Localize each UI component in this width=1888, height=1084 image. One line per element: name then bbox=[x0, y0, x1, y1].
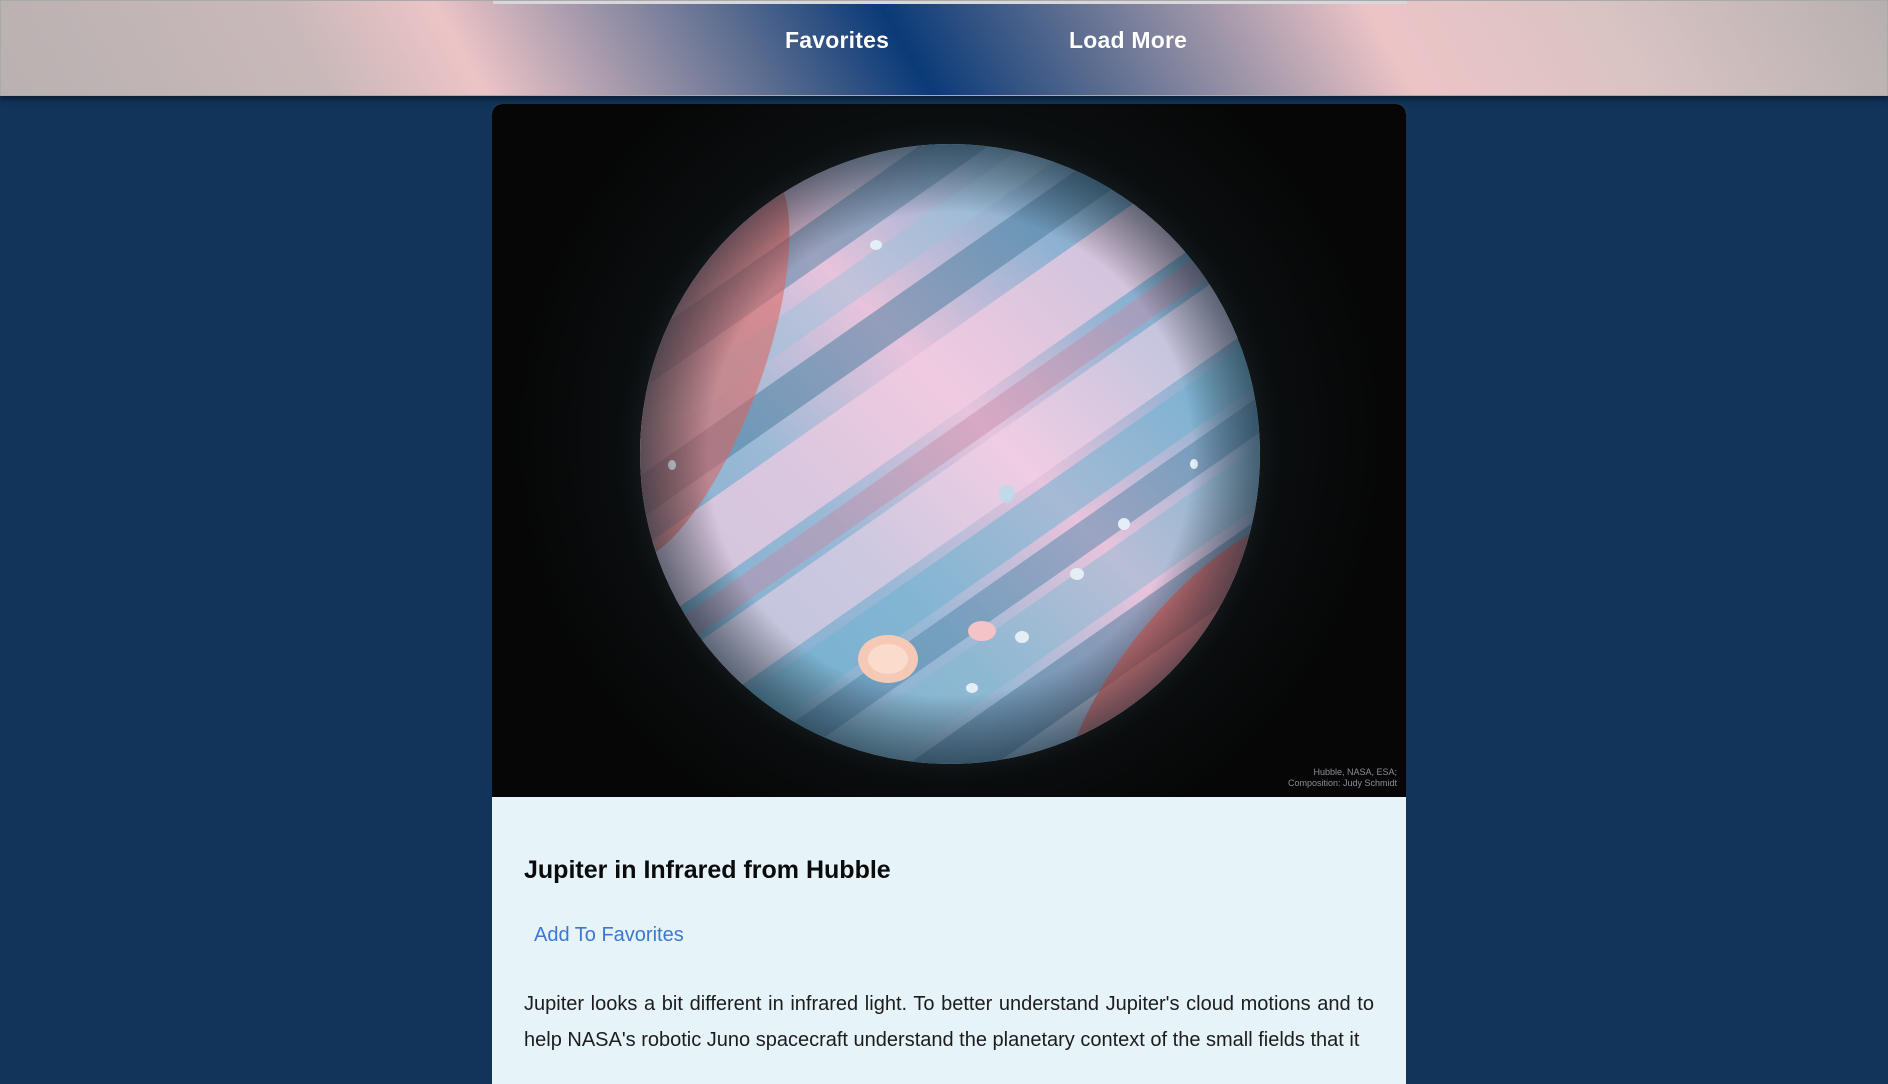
image-credit-line-1: Hubble, NASA, ESA; bbox=[1313, 767, 1397, 777]
image-credit-line-2: Composition: Judy Schmidt bbox=[1287, 778, 1397, 788]
top-navbar: Favorites Load More bbox=[0, 0, 1888, 96]
image-credit: Hubble, NASA, ESA; Composition: Judy Sch… bbox=[1288, 767, 1397, 789]
navbar-accent-line bbox=[493, 1, 1407, 4]
nav-load-more-link[interactable]: Load More bbox=[1069, 27, 1187, 54]
jupiter-planet-graphic bbox=[610, 114, 1290, 794]
add-to-favorites-button[interactable]: Add To Favorites bbox=[534, 924, 684, 947]
post-description: Jupiter looks a bit different in infrare… bbox=[524, 993, 1374, 1051]
jupiter-image[interactable]: Hubble, NASA, ESA; Composition: Judy Sch… bbox=[492, 104, 1406, 797]
apod-card: Hubble, NASA, ESA; Composition: Judy Sch… bbox=[492, 104, 1406, 1084]
nav-favorites-link[interactable]: Favorites bbox=[785, 27, 889, 54]
post-title: Jupiter in Infrared from Hubble bbox=[524, 856, 891, 884]
